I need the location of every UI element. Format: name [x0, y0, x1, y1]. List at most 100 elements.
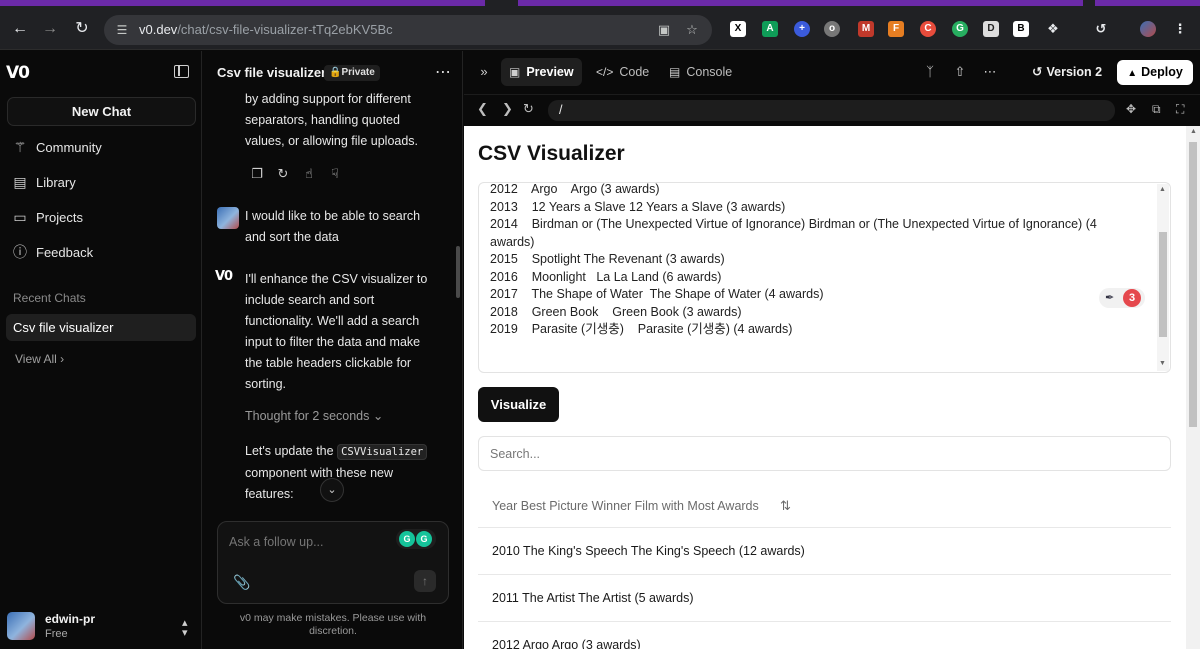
private-badge: 🔒Private [324, 65, 380, 81]
reload-button[interactable]: ↻ [72, 19, 92, 39]
collapse-chat-icon[interactable]: » [476, 64, 492, 80]
view-all-link[interactable]: View All › [15, 352, 64, 366]
csv-line: awards) [490, 234, 535, 249]
extension-icon[interactable]: D [983, 21, 999, 37]
regenerate-icon[interactable]: ↻ [275, 166, 291, 182]
grammarly-badge[interactable]: GG [396, 529, 436, 549]
recent-chat-item[interactable]: Csv file visualizer [6, 314, 196, 341]
chevron-left-icon[interactable]: ❮ [477, 101, 488, 117]
send-button[interactable]: ↑ [414, 570, 436, 592]
notification-count: 3 [1123, 289, 1141, 307]
deploy-button[interactable]: ▲ Deploy [1117, 60, 1193, 85]
chat-messages[interactable]: by adding support for different separato… [203, 89, 463, 521]
browser-toolbar: ← → ↻ ☰ v0.dev/chat/csv-file-visualizer-… [0, 0, 1200, 50]
site-info-icon[interactable]: ☰ [114, 22, 130, 38]
new-chat-button[interactable]: New Chat [7, 97, 196, 126]
page-scrollbar[interactable]: ▲ [1186, 126, 1200, 649]
thumbs-up-icon[interactable]: ☝ [301, 166, 317, 182]
csv-line: 2012 Argo Argo (3 awards) [490, 182, 660, 196]
scroll-to-bottom-button[interactable]: ⌄ [320, 478, 344, 502]
table-row: 2010 The King's Speech The King's Speech… [478, 528, 1171, 575]
sidebar-item-library[interactable]: ▤ Library [12, 172, 76, 192]
grammarly-icon: G [399, 531, 415, 547]
assistant-message: Let's update the CSVVisualizer component… [245, 441, 445, 505]
tab-preview[interactable]: ▣ Preview [501, 58, 582, 86]
extension-icon[interactable]: A [762, 21, 778, 37]
thought-toggle[interactable]: Thought for 2 seconds ⌄ [245, 408, 383, 423]
extension-icon[interactable]: F [888, 21, 904, 37]
browser-menu-icon[interactable]: ⋮ [1172, 21, 1188, 37]
chat-title[interactable]: Csv file visualizer [217, 65, 326, 80]
attach-icon[interactable]: 📎 [233, 574, 250, 591]
fullscreen-icon[interactable]: ⛶ [1176, 102, 1184, 117]
sidebar-item-label: Library [36, 174, 76, 190]
disclaimer-text: v0 may make mistakes. Please use with di… [239, 612, 427, 637]
select-element-icon[interactable]: ✥ [1126, 102, 1136, 116]
inline-code: CSVVisualizer [337, 444, 428, 460]
chevron-right-icon[interactable]: ❯ [502, 101, 513, 117]
table-header[interactable]: Year Best Picture Winner Film with Most … [478, 482, 1171, 528]
chat-scrollbar[interactable] [456, 246, 460, 298]
preview-url-input[interactable]: / [548, 100, 1115, 121]
lock-icon: 🔒 [329, 67, 342, 78]
address-bar[interactable]: ☰ v0.dev/chat/csv-file-visualizer-tTq2eb… [104, 15, 712, 45]
history-icon[interactable]: ↺ [1093, 21, 1109, 37]
user-menu[interactable]: edwin-pr Free ▴ ▾ [0, 606, 202, 649]
history-icon: ↺ [1032, 65, 1043, 79]
extension-icon[interactable]: o [824, 21, 840, 37]
visualize-button[interactable]: Visualize [478, 387, 559, 422]
help-icon: ⓘ [13, 244, 27, 260]
git-branch-icon[interactable]: ᛉ [922, 64, 938, 80]
csv-textarea[interactable]: 2012 Argo Argo (3 awards) 2013 12 Years … [478, 182, 1171, 373]
v0-logo-icon: V0 [215, 269, 233, 284]
sidebar-item-projects[interactable]: ▭ Projects [12, 207, 83, 227]
browser-window-icon: ▣ [509, 65, 521, 79]
extension-badge[interactable]: ✒ 3 [1099, 288, 1145, 308]
csv-line: 2018 Green Book Green Book (3 awards) [490, 304, 742, 319]
v0-logo[interactable]: V0 [6, 63, 30, 83]
sidebar-item-label: Community [36, 139, 102, 155]
extension-icon[interactable]: C [920, 21, 936, 37]
preview-address-bar: ❮ ❯ ↻ / ✥ ⧉ ⛶ [464, 94, 1200, 125]
csv-line: 2015 Spotlight The Revenant (3 awards) [490, 252, 725, 266]
copy-icon[interactable]: ❐ [249, 166, 265, 182]
feather-icon: ✒ [1105, 292, 1115, 304]
extension-icon[interactable]: X [730, 21, 746, 37]
extension-icon[interactable]: G [952, 21, 968, 37]
profile-avatar-icon[interactable] [1140, 21, 1156, 37]
extension-icon[interactable]: + [794, 21, 810, 37]
sidebar-item-label: Feedback [36, 244, 94, 260]
extensions-puzzle-icon[interactable]: ❖ [1045, 21, 1061, 37]
refresh-icon[interactable]: ↻ [523, 101, 534, 117]
version-selector[interactable]: ↺ Version 2 [1032, 64, 1102, 80]
preview-toolbar: » ▣ Preview </> Code ▤ Console ᛉ ⇧ ⋯ ↺ Versi… [464, 51, 1200, 93]
csv-line: 2014 Birdman or (The Unexpected Virtue o… [490, 217, 1097, 231]
extension-icon[interactable]: M [858, 21, 874, 37]
share-icon[interactable]: ⇧ [952, 64, 968, 80]
thumbs-down-icon[interactable]: ☟ [327, 166, 343, 182]
search-input[interactable] [478, 436, 1171, 471]
bookmark-star-icon[interactable]: ☆ [684, 22, 700, 38]
tab-console[interactable]: ▤ Console [661, 58, 740, 86]
back-button[interactable]: ← [10, 19, 30, 39]
sidebar-item-community[interactable]: ⚚ Community [12, 137, 102, 157]
tab-strip [0, 0, 1200, 6]
url-text: v0.dev/chat/csv-file-visualizer-tTq2ebKV… [139, 22, 393, 37]
textarea-scrollbar[interactable]: ▲ ▼ [1157, 184, 1169, 371]
forward-button[interactable]: → [40, 19, 60, 39]
column-header[interactable]: Year Best Picture Winner Film with Most … [492, 499, 759, 513]
tab-code[interactable]: </> Code [588, 58, 657, 86]
more-options-icon[interactable]: ⋯ [435, 62, 452, 82]
install-app-icon[interactable]: ▣ [656, 22, 672, 38]
csv-line: 2017 The Shape of Water The Shape of Wat… [490, 287, 824, 301]
sidebar-toggle-icon[interactable] [174, 65, 189, 78]
follow-up-input[interactable] [229, 535, 389, 549]
user-message: I would like to be able to search and so… [245, 209, 421, 244]
open-new-window-icon[interactable]: ⧉ [1152, 102, 1161, 117]
sort-icon[interactable]: ⇅ [780, 498, 791, 514]
code-icon: </> [596, 65, 614, 79]
sidebar-item-feedback[interactable]: ⓘ Feedback [12, 242, 93, 262]
more-options-icon[interactable]: ⋯ [982, 64, 998, 80]
chevron-up-down-icon: ▴ ▾ [182, 617, 188, 639]
extension-icon[interactable]: B [1013, 21, 1029, 37]
